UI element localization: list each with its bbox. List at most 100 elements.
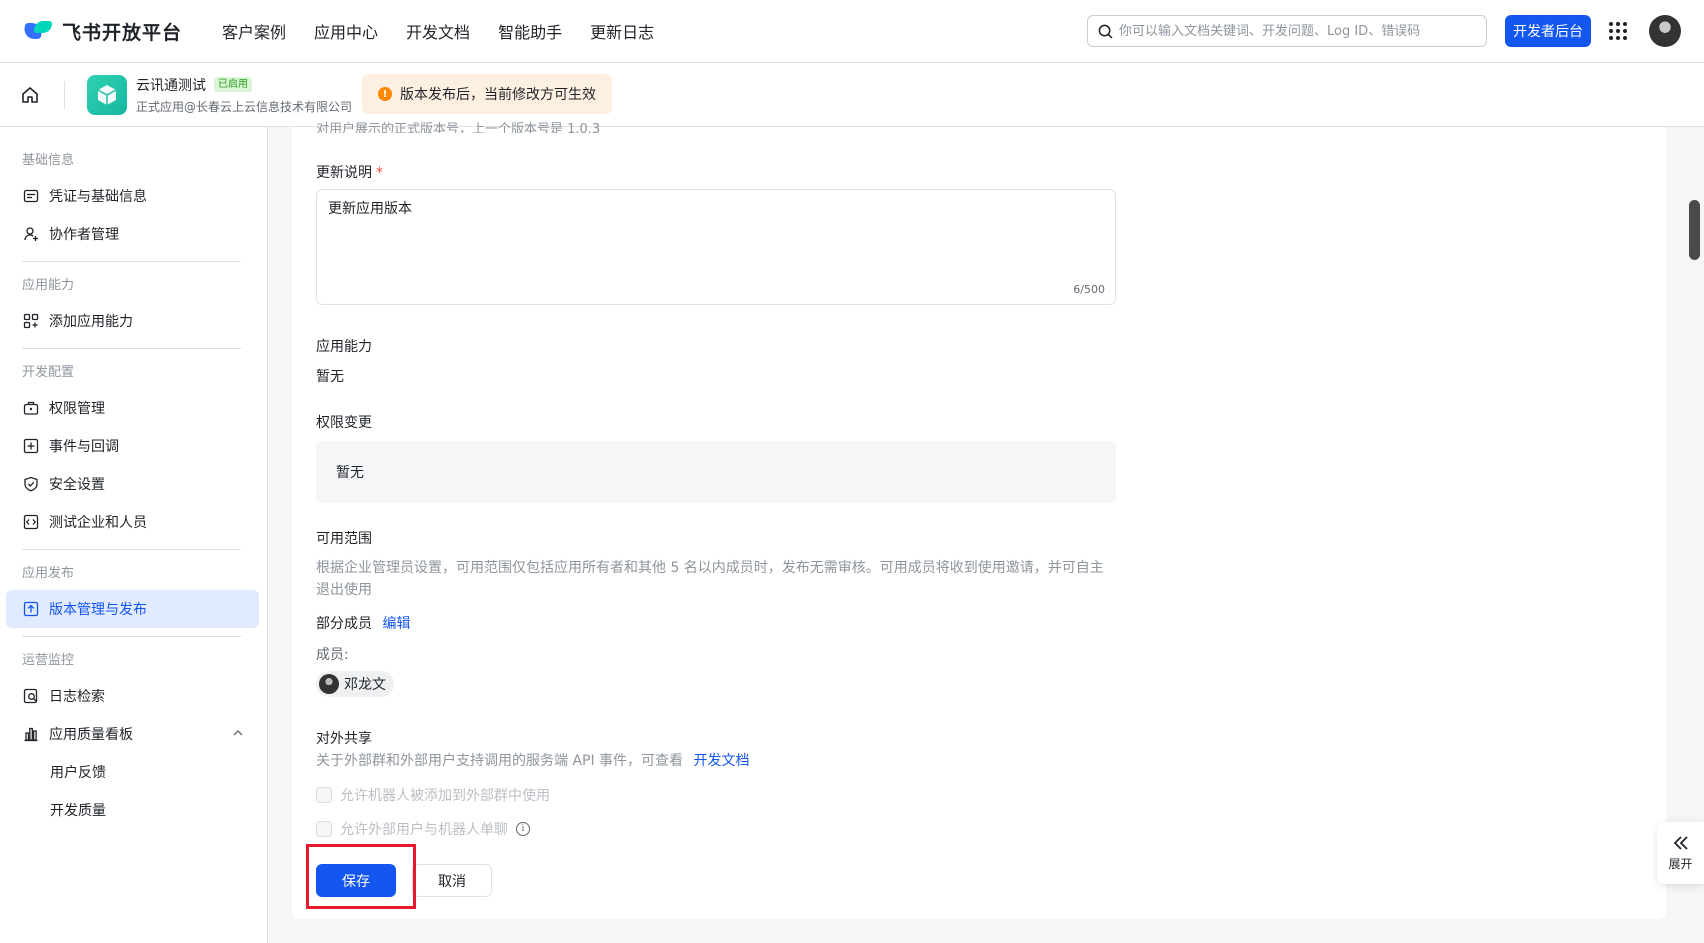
members-label: 成员: xyxy=(316,647,349,663)
search-icon xyxy=(1098,24,1113,38)
save-highlight-box xyxy=(306,844,416,909)
expand-label: 展开 xyxy=(1668,856,1693,871)
status-badge: 已启用 xyxy=(214,77,252,92)
sidebar-item-collaborators[interactable]: 协作者管理 xyxy=(6,215,259,253)
sidebar: 基础信息 凭证与基础信息 协作者管理 应用能力 添加应用能力 开发配置 权限管理… xyxy=(0,127,268,943)
event-add-icon xyxy=(23,438,39,454)
share-description-text: 关于外部群和外部用户支持调用的服务端 API 事件，可查看 xyxy=(316,753,684,769)
allow-external-chat-checkbox[interactable] xyxy=(316,821,332,837)
update-notes-label-text: 更新说明 xyxy=(316,165,372,181)
sidebar-item-test-enterprise[interactable]: 测试企业和人员 xyxy=(6,503,259,541)
scope-value-row: 部分成员 编辑 xyxy=(316,613,410,633)
sidebar-group-publish: 应用发布 xyxy=(22,566,75,581)
sidebar-item-dev-quality[interactable]: 开发质量 xyxy=(6,791,259,829)
scope-label: 可用范围 xyxy=(316,531,372,547)
notice-text: 版本发布后，当前修改方可生效 xyxy=(400,87,596,103)
member-chip: 邓龙文 xyxy=(316,671,394,697)
code-icon xyxy=(23,514,39,530)
capability-value: 暂无 xyxy=(316,369,344,385)
sidebar-item-quality-board[interactable]: 应用质量看板 xyxy=(6,715,259,753)
sidebar-item-label: 事件与回调 xyxy=(49,439,119,455)
scrollbar-thumb[interactable] xyxy=(1689,200,1700,260)
header-divider xyxy=(64,80,65,109)
allow-external-group-checkbox[interactable] xyxy=(316,787,332,803)
sidebar-item-label: 应用质量看板 xyxy=(49,727,133,743)
update-notes-textarea[interactable]: 更新应用版本 6/500 xyxy=(316,189,1116,305)
app-header: 云讯通测试 已启用 正式应用@长春云上云信息技术有限公司 ! 版本发布后，当前修… xyxy=(0,63,1704,127)
user-avatar[interactable] xyxy=(1649,15,1681,47)
nav-link-app-center[interactable]: 应用中心 xyxy=(314,19,378,43)
sidebar-item-security[interactable]: 安全设置 xyxy=(6,465,259,503)
upload-icon xyxy=(23,601,39,617)
sidebar-divider xyxy=(22,549,241,550)
allow-external-group-row: 允许机器人被添加到外部群中使用 xyxy=(316,785,550,805)
double-chevron-left-icon xyxy=(1673,835,1688,850)
permission-label: 权限变更 xyxy=(316,415,372,431)
allow-external-chat-label: 允许外部用户与机器人单聊 xyxy=(340,822,508,838)
nav-link-cases[interactable]: 客户案例 xyxy=(222,19,286,43)
sidebar-item-permissions[interactable]: 权限管理 xyxy=(6,389,259,427)
sidebar-item-events[interactable]: 事件与回调 xyxy=(6,427,259,465)
credential-card-icon xyxy=(23,189,39,203)
search-box[interactable] xyxy=(1087,15,1487,47)
logo-text: 飞书开放平台 xyxy=(62,21,183,44)
nav-link-docs[interactable]: 开发文档 xyxy=(406,19,470,43)
home-icon[interactable] xyxy=(20,85,40,105)
sidebar-item-label: 用户反馈 xyxy=(50,765,106,781)
developer-console-button[interactable]: 开发者后台 xyxy=(1505,15,1591,47)
bar-chart-icon xyxy=(24,727,38,742)
required-mark: * xyxy=(376,165,383,181)
sidebar-item-label: 权限管理 xyxy=(49,401,105,417)
nav-links: 客户案例 应用中心 开发文档 智能助手 更新日志 xyxy=(222,19,682,43)
sidebar-item-label: 协作者管理 xyxy=(49,227,119,243)
warning-icon: ! xyxy=(378,87,392,101)
apps-grid-icon[interactable] xyxy=(1609,22,1627,40)
shield-icon xyxy=(24,476,38,492)
chevron-up-icon[interactable] xyxy=(233,728,243,738)
publish-notice: ! 版本发布后，当前修改方可生效 xyxy=(362,74,612,114)
sidebar-item-label: 测试企业和人员 xyxy=(49,515,147,531)
sidebar-group-capability: 应用能力 xyxy=(22,278,75,293)
cancel-button[interactable]: 取消 xyxy=(412,864,492,897)
user-add-icon xyxy=(24,227,38,241)
allow-external-group-label: 允许机器人被添加到外部群中使用 xyxy=(340,788,550,804)
cube-icon xyxy=(97,84,117,105)
sidebar-divider xyxy=(22,348,241,349)
update-notes-value: 更新应用版本 xyxy=(328,201,412,217)
sidebar-item-label: 日志检索 xyxy=(49,689,105,705)
sidebar-group-dev-config: 开发配置 xyxy=(22,365,75,380)
sidebar-item-credentials[interactable]: 凭证与基础信息 xyxy=(6,177,259,215)
sidebar-item-user-feedback[interactable]: 用户反馈 xyxy=(6,753,259,791)
nav-link-assistant[interactable]: 智能助手 xyxy=(498,19,562,43)
scope-value: 部分成员 xyxy=(316,616,372,632)
char-counter: 6/500 xyxy=(1073,283,1105,296)
sidebar-group-monitoring: 运营监控 xyxy=(22,653,75,668)
sidebar-item-label: 版本管理与发布 xyxy=(49,602,147,618)
scope-edit-link[interactable]: 编辑 xyxy=(382,616,410,632)
scope-description: 根据企业管理员设置，可用范围仅包括应用所有者和其他 5 名以内成员时，发布无需审… xyxy=(316,560,1104,598)
nav-link-changelog[interactable]: 更新日志 xyxy=(590,19,654,43)
apps-add-icon xyxy=(23,313,39,329)
logo[interactable]: 飞书开放平台 xyxy=(22,18,183,45)
briefcase-icon xyxy=(23,401,39,415)
version-hint: 对用户展示的正式版本号，上一个版本号是 1.0.3 xyxy=(316,122,601,133)
log-search-icon xyxy=(23,688,38,704)
search-input[interactable] xyxy=(1119,23,1479,39)
app-org: 正式应用@长春云上云信息技术有限公司 xyxy=(136,99,353,114)
dev-docs-link[interactable]: 开发文档 xyxy=(694,753,750,769)
sidebar-item-label: 开发质量 xyxy=(50,803,106,819)
sidebar-item-add-capability[interactable]: 添加应用能力 xyxy=(6,302,259,340)
permission-change-box: 暂无 xyxy=(316,441,1116,503)
sidebar-divider xyxy=(22,261,241,262)
app-info: 云讯通测试 已启用 正式应用@长春云上云信息技术有限公司 xyxy=(136,75,352,115)
sidebar-item-log-search[interactable]: 日志检索 xyxy=(6,677,259,715)
member-avatar xyxy=(319,674,339,694)
info-icon[interactable]: i xyxy=(516,822,530,836)
sidebar-group-basic: 基础信息 xyxy=(22,153,75,168)
sidebar-item-version-publish[interactable]: 版本管理与发布 xyxy=(6,590,259,628)
sidebar-item-label: 安全设置 xyxy=(49,477,105,493)
app-icon xyxy=(87,74,127,115)
member-name: 邓龙文 xyxy=(344,677,386,693)
expand-panel-button[interactable]: 展开 xyxy=(1657,822,1704,884)
app-name: 云讯通测试 xyxy=(136,77,206,94)
